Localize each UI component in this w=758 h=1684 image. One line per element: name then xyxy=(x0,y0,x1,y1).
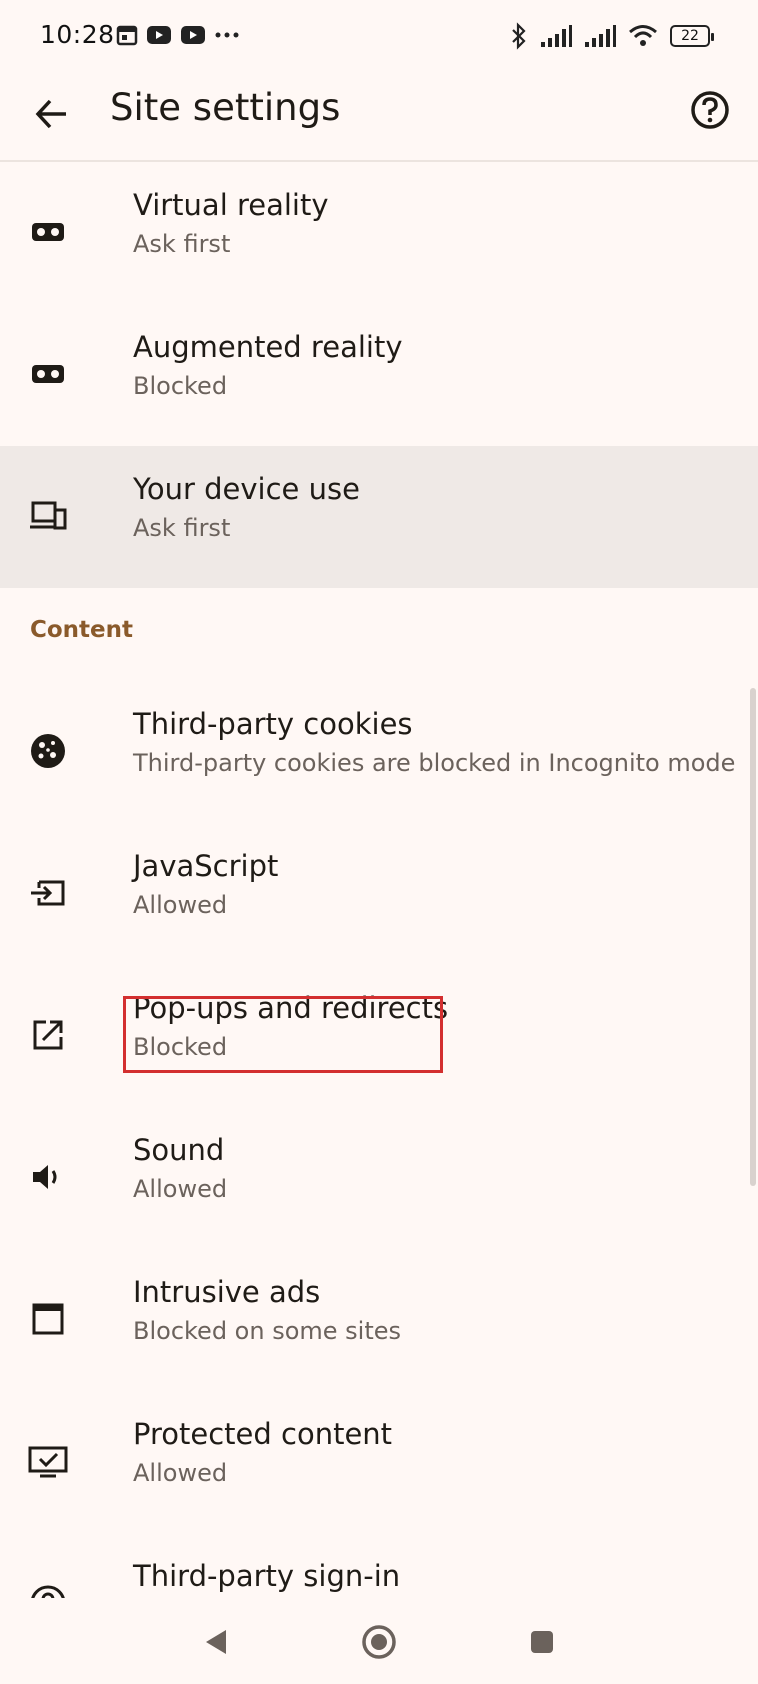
highlight-box xyxy=(123,996,443,1073)
open-in-new-icon xyxy=(33,1020,63,1050)
setting-title: Augmented reality xyxy=(133,330,403,364)
cookie-icon xyxy=(31,734,65,768)
signal-icon xyxy=(585,25,616,47)
recents-square-icon[interactable] xyxy=(520,1620,564,1664)
setting-title: Your device use xyxy=(133,472,360,506)
setting-title: JavaScript xyxy=(133,849,279,883)
setting-title: Third-party cookies xyxy=(133,707,413,741)
volume-icon xyxy=(33,1165,57,1189)
help-icon[interactable] xyxy=(688,88,732,132)
setting-third-party-sign-in[interactable]: Third-party sign-in xyxy=(0,1533,758,1598)
bluetooth-icon xyxy=(512,22,526,50)
setting-third-party-cookies[interactable]: Third-party cookies Third-party cookies … xyxy=(0,681,758,823)
setting-javascript[interactable]: JavaScript Allowed xyxy=(0,823,758,965)
setting-intrusive-ads[interactable]: Intrusive ads Blocked on some sites xyxy=(0,1249,758,1391)
youtube-icon xyxy=(147,26,171,44)
devices-icon xyxy=(30,501,67,530)
javascript-icon xyxy=(31,880,65,906)
setting-title: Virtual reality xyxy=(133,188,329,222)
setting-title: Protected content xyxy=(133,1417,393,1451)
scrollbar[interactable] xyxy=(750,688,756,1186)
setting-subtitle: Blocked on some sites xyxy=(133,1317,402,1345)
ads-window-icon xyxy=(32,1303,64,1335)
setting-subtitle: Blocked xyxy=(133,372,228,400)
setting-sound[interactable]: Sound Allowed xyxy=(0,1107,758,1249)
calendar-icon xyxy=(116,25,138,46)
setting-subtitle: Allowed xyxy=(133,1459,228,1487)
youtube-icon xyxy=(181,26,205,44)
battery-level: 22 xyxy=(681,28,699,44)
wifi-icon xyxy=(629,25,657,46)
vr-headset-icon xyxy=(32,223,64,241)
app-bar: Site settings xyxy=(0,74,758,160)
status-right-icons: 22 xyxy=(510,22,714,50)
page-title: Site settings xyxy=(110,86,341,129)
status-left-icons xyxy=(116,24,240,46)
home-circle-icon[interactable] xyxy=(357,1620,401,1664)
battery-icon: 22 xyxy=(670,25,714,47)
system-nav-bar xyxy=(0,1598,758,1684)
more-dots-icon xyxy=(215,32,239,38)
status-time: 10:28 xyxy=(40,20,115,49)
signal-icon xyxy=(541,25,572,47)
protected-content-icon xyxy=(28,1446,68,1478)
setting-subtitle: Ask first xyxy=(133,230,231,258)
status-bar: 10:28 22 xyxy=(0,0,758,74)
setting-protected-content[interactable]: Protected content Allowed xyxy=(0,1391,758,1533)
setting-title: Intrusive ads xyxy=(133,1275,321,1309)
setting-title: Sound xyxy=(133,1133,225,1167)
setting-subtitle: Third-party cookies are blocked in Incog… xyxy=(133,749,736,777)
setting-subtitle: Ask first xyxy=(133,514,231,542)
arrow-back-icon[interactable] xyxy=(30,92,74,136)
ar-headset-icon xyxy=(32,365,64,383)
section-header-content: Content xyxy=(30,617,134,643)
setting-subtitle: Allowed xyxy=(133,891,228,919)
setting-virtual-reality[interactable]: Virtual reality Ask first xyxy=(0,162,758,304)
setting-augmented-reality[interactable]: Augmented reality Blocked xyxy=(0,304,758,446)
setting-title: Third-party sign-in xyxy=(133,1559,401,1593)
setting-subtitle: Allowed xyxy=(133,1175,228,1203)
sign-in-icon xyxy=(31,1585,65,1598)
setting-your-device-use[interactable]: Your device use Ask first xyxy=(0,446,758,588)
back-triangle-icon[interactable] xyxy=(194,1620,238,1664)
